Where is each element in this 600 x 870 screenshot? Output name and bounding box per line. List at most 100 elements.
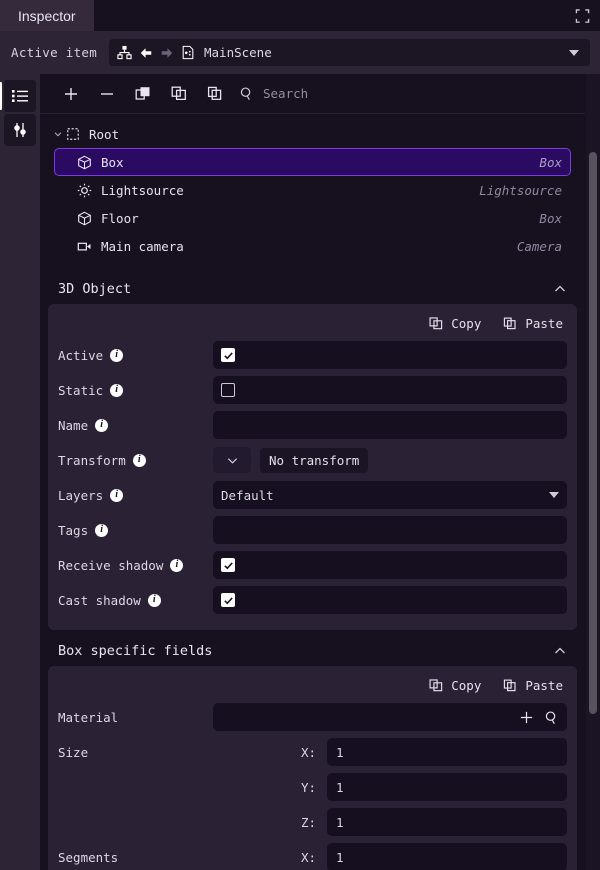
plus-icon [63, 86, 79, 102]
paste-3d-object-button[interactable]: Paste [503, 316, 563, 331]
remove-button[interactable] [89, 79, 125, 109]
chevron-up-icon[interactable] [553, 282, 567, 296]
copy-3d-object-button[interactable]: Copy [429, 316, 481, 331]
copy-button[interactable] [161, 79, 197, 109]
inspector-panel: Search Root Box Box [40, 74, 600, 870]
panel-scrollbar-track[interactable] [586, 74, 600, 870]
paste-button[interactable] [197, 79, 233, 109]
section-box-specific-header[interactable]: Box specific fields [48, 636, 577, 666]
receive-shadow-checkbox[interactable] [221, 558, 235, 572]
chevron-up-icon[interactable] [553, 644, 567, 658]
property-field-static[interactable] [213, 376, 567, 404]
add-button[interactable] [53, 79, 89, 109]
search-icon[interactable] [544, 710, 559, 725]
tab-inspector[interactable]: Inspector [0, 0, 94, 31]
sitemap-icon[interactable] [117, 45, 132, 60]
expand-fullscreen-icon[interactable] [575, 8, 590, 23]
paste-icon [503, 678, 518, 693]
info-icon[interactable]: i [170, 559, 183, 572]
caret-down-icon [549, 492, 559, 498]
property-row-name: Name i [58, 410, 567, 440]
transform-expand-button[interactable] [213, 447, 251, 473]
tree-row-lightsource[interactable]: Lightsource Lightsource [54, 176, 571, 204]
sliders-icon [11, 121, 29, 139]
tree-row-root[interactable]: Root [52, 120, 571, 148]
vector-row-segments-x: Segments X: 1 [58, 842, 567, 870]
material-actions [519, 710, 559, 725]
property-field-receive-shadow[interactable] [213, 551, 567, 579]
section-3d-object-header[interactable]: 3D Object [48, 274, 577, 304]
layers-select[interactable]: Default [213, 481, 567, 509]
panel-scrollbar-thumb[interactable] [589, 152, 597, 714]
property-label-name: Name i [58, 418, 213, 433]
tree-row-box-type: Box [539, 155, 562, 170]
property-label-layers: Layers i [58, 488, 213, 503]
static-checkbox[interactable] [221, 383, 235, 397]
tree-row-floor-label: Floor [101, 211, 139, 226]
vector-label-segments: Segments [58, 850, 301, 865]
paste-3d-object-label: Paste [525, 316, 563, 331]
copy-box-fields-label: Copy [451, 678, 481, 693]
check-icon [223, 350, 234, 361]
property-row-transform: Transform i No transform [58, 445, 567, 475]
paste-box-fields-button[interactable]: Paste [503, 678, 563, 693]
chevron-down-icon[interactable] [53, 129, 63, 139]
check-icon [223, 595, 234, 606]
search-placeholder: Search [263, 86, 308, 101]
list-bullets-icon [11, 87, 29, 105]
vector-label-size: Size [58, 745, 301, 760]
tree-row-root-label: Root [89, 127, 119, 142]
property-label-cast-shadow: Cast shadow i [58, 593, 213, 608]
cube-icon [77, 155, 92, 170]
property-label-receive-shadow-text: Receive shadow [58, 558, 163, 573]
property-row-active: Active i [58, 340, 567, 370]
duplicate-button[interactable] [125, 79, 161, 109]
search-input[interactable]: Search [239, 79, 585, 109]
info-icon[interactable]: i [95, 419, 108, 432]
property-label-name-text: Name [58, 418, 88, 433]
info-icon[interactable]: i [110, 489, 123, 502]
active-item-bar: Active item MainScene [0, 31, 600, 74]
cast-shadow-checkbox[interactable] [221, 593, 235, 607]
tree-row-floor[interactable]: Floor Box [54, 204, 571, 232]
tree-row-box[interactable]: Box Box [54, 148, 571, 176]
info-icon[interactable]: i [110, 384, 123, 397]
copy-box-fields-button[interactable]: Copy [429, 678, 481, 693]
property-field-active[interactable] [213, 341, 567, 369]
breadcrumb[interactable]: MainScene [109, 39, 590, 66]
info-icon[interactable]: i [148, 594, 161, 607]
plus-icon[interactable] [519, 710, 534, 725]
size-x-input[interactable]: 1 [327, 738, 567, 766]
tags-input[interactable] [213, 516, 567, 544]
property-label-layers-text: Layers [58, 488, 103, 503]
duplicate-icon [135, 85, 152, 102]
info-icon[interactable]: i [95, 524, 108, 537]
size-y-input[interactable]: 1 [327, 773, 567, 801]
copy-icon [429, 678, 444, 693]
material-picker[interactable] [213, 703, 567, 731]
search-icon [239, 86, 254, 101]
section-3d-object-body: Copy Paste Active i [48, 304, 577, 630]
arrow-right-icon[interactable] [160, 46, 174, 60]
arrow-left-icon[interactable] [139, 46, 153, 60]
name-input[interactable] [213, 411, 567, 439]
property-row-cast-shadow: Cast shadow i [58, 585, 567, 615]
property-label-transform: Transform i [58, 453, 213, 468]
tree-row-main-camera[interactable]: Main camera Camera [54, 232, 571, 260]
active-checkbox[interactable] [221, 348, 235, 362]
property-field-cast-shadow[interactable] [213, 586, 567, 614]
size-y-value: 1 [336, 780, 344, 795]
property-label-material: Material [58, 710, 213, 725]
rail-item-properties-sliders[interactable] [4, 114, 36, 146]
property-row-layers: Layers i Default [58, 480, 567, 510]
tree-row-main-camera-type: Camera [517, 239, 562, 254]
info-icon[interactable]: i [133, 454, 146, 467]
vector-row-size-z: Z: 1 [58, 807, 567, 837]
rail-item-hierarchy-list[interactable] [4, 80, 36, 112]
caret-down-icon[interactable] [569, 50, 579, 56]
size-z-input[interactable]: 1 [327, 808, 567, 836]
info-icon[interactable]: i [110, 349, 123, 362]
segments-x-input[interactable]: 1 [327, 843, 567, 870]
check-icon [223, 560, 234, 571]
tree-row-floor-type: Box [539, 211, 562, 226]
